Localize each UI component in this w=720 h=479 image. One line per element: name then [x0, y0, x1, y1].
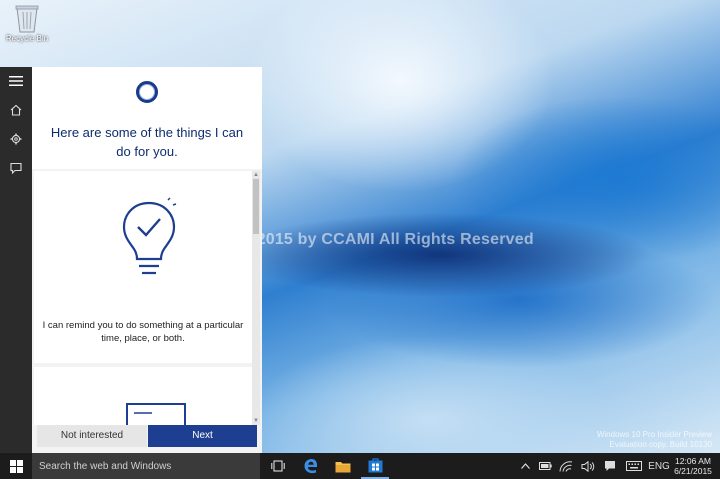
cortana-header: Here are some of the things I can do for… [32, 67, 262, 169]
next-button[interactable]: Next [148, 425, 257, 447]
input-language-button[interactable]: ENG [648, 453, 670, 479]
home-icon [10, 104, 22, 116]
system-clock[interactable]: 12:06 AM 6/21/2015 [670, 456, 716, 476]
build-watermark-line2: Evaluation copy. Build 10130 [609, 440, 712, 449]
network-icon [559, 460, 573, 472]
store-icon [368, 457, 382, 472]
windows-build-watermark: Windows 10 Pro Insider Preview Evaluatio… [597, 430, 712, 450]
feedback-icon [10, 162, 22, 174]
taskbar: ENG 12:06 AM 6/21/2015 [0, 453, 720, 479]
search-input[interactable] [39, 457, 251, 475]
settings-icon [10, 133, 22, 145]
chevron-up-icon [520, 463, 530, 469]
file-explorer-taskbar-button[interactable] [329, 453, 357, 479]
store-taskbar-button[interactable] [361, 453, 389, 479]
scroll-up-arrow-icon[interactable]: ▲ [252, 171, 260, 179]
settings-button[interactable] [0, 125, 32, 153]
not-interested-button[interactable]: Not interested [37, 425, 147, 447]
scroll-down-arrow-icon[interactable]: ▼ [252, 417, 260, 425]
recycle-bin-icon [14, 3, 40, 33]
file-explorer-icon [335, 461, 351, 472]
keyboard-icon [626, 461, 642, 471]
edge-taskbar-button[interactable] [297, 453, 325, 479]
next-suggestion-card [34, 367, 252, 425]
action-center-icon [605, 461, 615, 471]
recycle-bin-shortcut[interactable]: Recycle Bin [4, 3, 50, 43]
edge-icon [304, 459, 318, 474]
start-button[interactable] [0, 453, 32, 479]
windows-start-icon [9, 459, 23, 473]
battery-icon [538, 462, 552, 470]
volume-icon [581, 460, 595, 472]
action-center-button[interactable] [602, 453, 618, 479]
hamburger-menu-button[interactable] [0, 67, 32, 95]
cortana-side-rail [0, 67, 32, 453]
build-watermark-line1: Windows 10 Pro Insider Preview [596, 430, 712, 439]
cortana-panel: Here are some of the things I can do for… [32, 67, 262, 453]
hamburger-icon [9, 76, 23, 86]
scrollbar-thumb[interactable] [253, 179, 259, 234]
clock-date: 6/21/2015 [674, 466, 712, 476]
search-box[interactable] [32, 453, 260, 479]
task-view-icon [271, 460, 285, 472]
task-view-button[interactable] [264, 453, 292, 479]
document-icon [126, 403, 186, 425]
cortana-intro-text: Here are some of the things I can do for… [50, 125, 244, 159]
volume-button[interactable] [580, 453, 596, 479]
network-button[interactable] [558, 453, 574, 479]
battery-button[interactable] [538, 453, 552, 479]
cortana-circle-icon [136, 81, 158, 103]
reminder-card-text: I can remind you to do something at a pa… [42, 320, 244, 344]
cortana-scrollbar[interactable]: ▲ ▼ [252, 171, 260, 425]
home-button[interactable] [0, 96, 32, 124]
lightbulb-check-icon [122, 197, 177, 275]
reminder-card: I can remind you to do something at a pa… [34, 171, 252, 363]
show-hidden-icons-button[interactable] [518, 453, 532, 479]
recycle-bin-label: Recycle Bin [5, 34, 49, 43]
feedback-button[interactable] [0, 154, 32, 182]
touch-keyboard-button[interactable] [624, 453, 644, 479]
clock-time: 12:06 AM [675, 456, 711, 466]
